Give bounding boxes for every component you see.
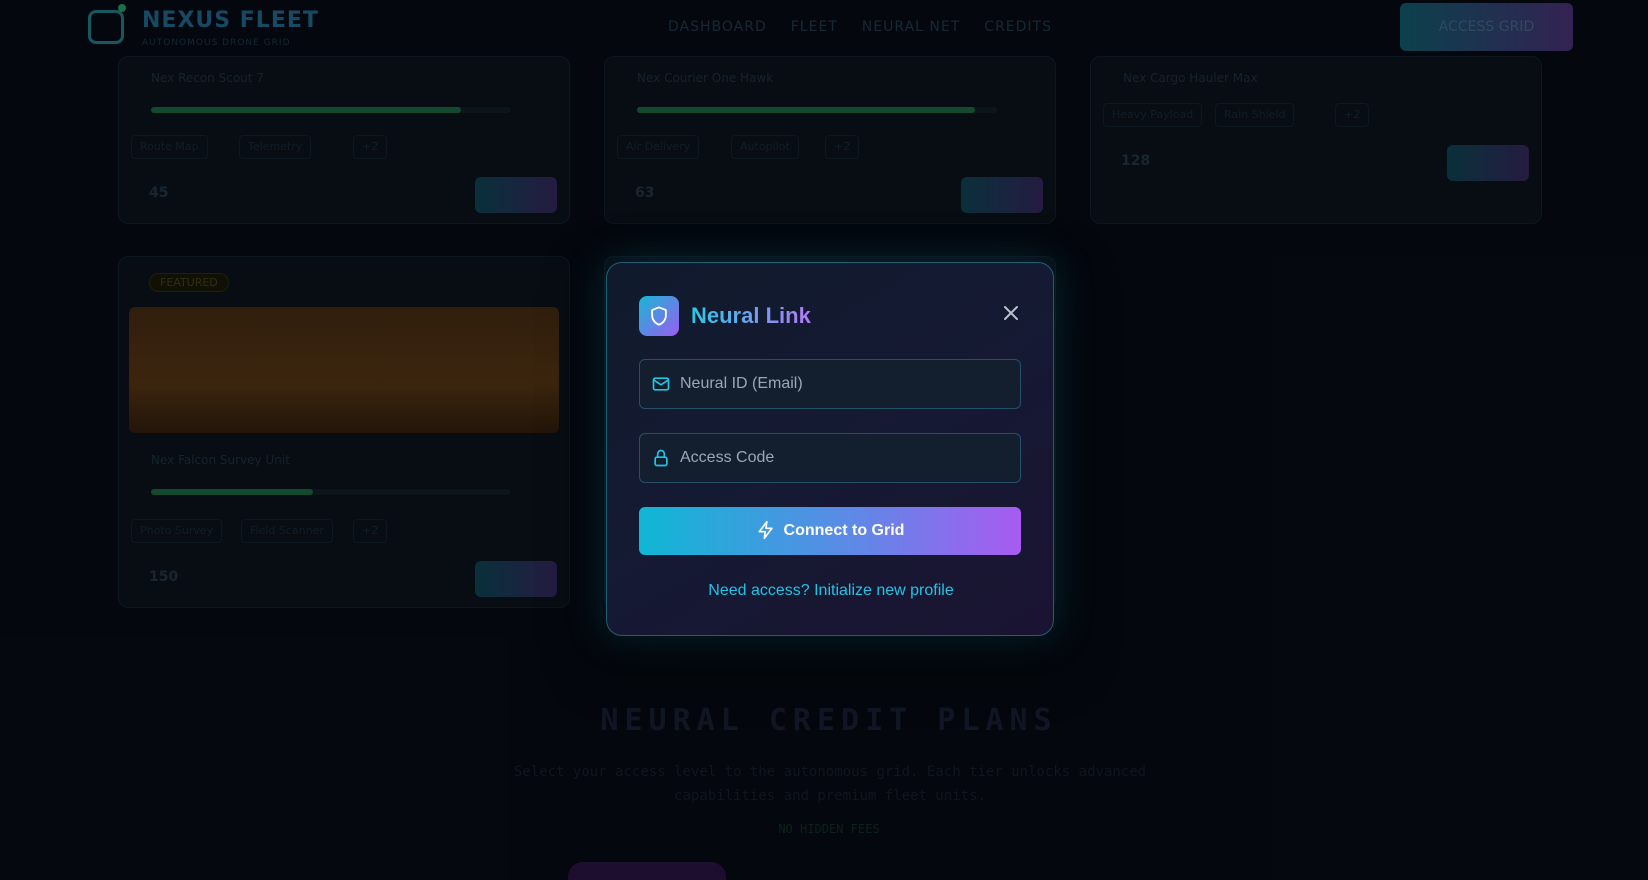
login-modal: Neural Link Neural ID (Email) Connect to…: [606, 262, 1054, 636]
connect-button[interactable]: Connect to Grid: [639, 507, 1021, 555]
mail-icon: [650, 373, 672, 395]
close-icon[interactable]: [997, 299, 1025, 327]
lightning-icon: [756, 520, 776, 543]
email-input[interactable]: [680, 360, 1020, 408]
connect-button-label: Connect to Grid: [783, 522, 905, 539]
lock-icon: [650, 447, 672, 469]
password-input[interactable]: [680, 434, 1020, 482]
modal-title: Neural Link: [691, 303, 811, 328]
email-field: [639, 359, 1021, 409]
password-field: [639, 433, 1021, 483]
signup-link[interactable]: Need access? Initialize new profile: [607, 582, 1055, 600]
page: NEXUS FLEET AUTONOMOUS DRONE GRID DASHBO…: [0, 0, 1648, 880]
shield-icon: [639, 296, 679, 336]
